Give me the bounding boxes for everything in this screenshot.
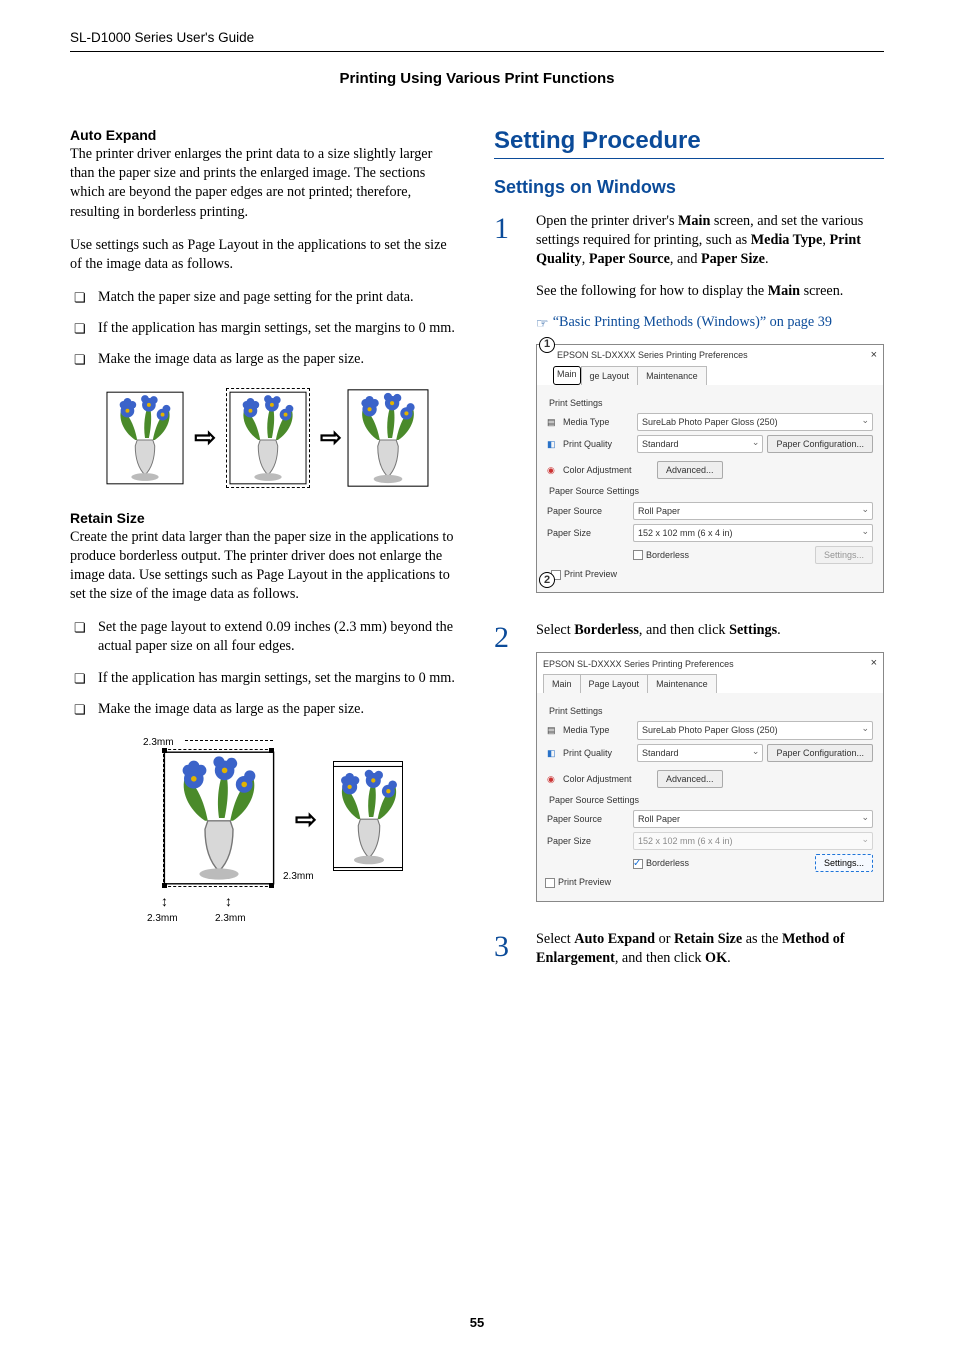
print-preview-checkbox[interactable]: Print Preview (545, 876, 611, 888)
media-type-label: Media Type (563, 724, 633, 736)
measure-label: 2.3mm (147, 913, 178, 924)
list-item: If the application has margin settings, … (70, 669, 460, 688)
step-text: Select Borderless, and then click Settin… (536, 621, 884, 640)
color-adjustment-label: Color Adjustment (563, 464, 653, 476)
step-text: Select Auto Expand or Retain Size as the… (536, 930, 884, 968)
step-2: 2 Select Borderless, and then click Sett… (494, 621, 884, 915)
retain-size-heading: Retain Size (70, 510, 460, 526)
color-icon: ◉ (547, 773, 559, 785)
auto-expand-list: Match the paper size and page setting fo… (70, 288, 460, 370)
paper-size-select[interactable]: 152 x 102 mm (6 x 4 in) (633, 524, 873, 542)
step-text: Open the printer driver's Main screen, a… (536, 212, 884, 270)
setting-procedure-heading: Setting Procedure (494, 127, 884, 159)
media-type-select[interactable]: SureLab Photo Paper Gloss (250) (637, 721, 873, 739)
window-title: EPSON SL-DXXXX Series Printing Preferenc… (557, 349, 748, 361)
list-item: Match the paper size and page setting fo… (70, 288, 460, 307)
arrow-icon: ⇨ (192, 423, 218, 453)
page-number: 55 (0, 1315, 954, 1330)
paper-size-select[interactable]: 152 x 102 mm (6 x 4 in) (633, 832, 873, 850)
print-preview-checkbox[interactable]: Print Preview (551, 568, 617, 580)
retain-size-figure: 2.3mm ⇨ 2.3mm ↕ ↕ 2.3mm 2.3mm (125, 737, 405, 927)
advanced-button[interactable]: Advanced... (657, 770, 723, 788)
step-3: 3 Select Auto Expand or Retain Size as t… (494, 930, 884, 980)
advanced-button[interactable]: Advanced... (657, 461, 723, 479)
print-quality-label: Print Quality (563, 747, 633, 759)
settings-button[interactable]: Settings... (815, 854, 873, 872)
list-item: Set the page layout to extend 0.09 inche… (70, 618, 460, 656)
left-column: Auto Expand The printer driver enlarges … (70, 127, 460, 994)
page-layout-tab[interactable]: ge Layout (581, 366, 639, 385)
page-layout-tab[interactable]: Page Layout (580, 674, 649, 693)
print-quality-select[interactable]: Standard (637, 435, 763, 453)
retain-size-body: Create the print data larger than the pa… (70, 528, 460, 605)
paper-configuration-button[interactable]: Paper Configuration... (767, 744, 873, 762)
window-title: EPSON SL-DXXXX Series Printing Preferenc… (543, 658, 734, 670)
list-item: Make the image data as large as the pape… (70, 700, 460, 719)
measure-label: 2.3mm (283, 871, 314, 882)
auto-expand-figure: ⇨ ⇨ (70, 388, 460, 488)
main-tab[interactable]: Main (553, 366, 581, 385)
print-quality-label: Print Quality (563, 438, 633, 450)
borderless-checkbox[interactable]: Borderless (633, 549, 689, 561)
quality-icon: ◧ (547, 747, 559, 759)
printing-preferences-screenshot: 1 2 EPSON SL-DXXXX Series Printing Prefe… (536, 344, 884, 593)
measure-label: 2.3mm (143, 737, 174, 748)
close-icon[interactable]: × (871, 348, 877, 363)
section-heading: Printing Using Various Print Functions (70, 70, 884, 87)
group-title: Print Settings (549, 397, 873, 409)
print-quality-select[interactable]: Standard (637, 744, 763, 762)
auto-expand-body: The printer driver enlarges the print da… (70, 145, 460, 222)
group-title: Paper Source Settings (549, 794, 873, 806)
paper-source-select[interactable]: Roll Paper (633, 502, 873, 520)
list-item: If the application has margin settings, … (70, 319, 460, 338)
list-item: Make the image data as large as the pape… (70, 350, 460, 369)
measure-label: 2.3mm (215, 913, 246, 924)
breadcrumb: SL-D1000 Series User's Guide (70, 30, 884, 52)
callout-1: 1 (539, 337, 555, 353)
vase-image (106, 391, 184, 485)
right-column: Setting Procedure Settings on Windows 1 … (494, 127, 884, 994)
paper-source-select[interactable]: Roll Paper (633, 810, 873, 828)
borderless-checkbox[interactable]: Borderless (633, 857, 689, 869)
maintenance-tab[interactable]: Maintenance (637, 366, 707, 385)
paper-size-label: Paper Size (547, 527, 629, 539)
paper-source-label: Paper Source (547, 813, 629, 825)
vase-image (347, 388, 429, 488)
media-icon: ▤ (547, 724, 559, 736)
auto-expand-body2: Use settings such as Page Layout in the … (70, 236, 460, 274)
arrow-icon: ⇨ (318, 423, 344, 453)
maintenance-tab[interactable]: Maintenance (647, 674, 717, 693)
step-text: See the following for how to display the… (536, 282, 884, 301)
step-number: 3 (494, 930, 522, 980)
media-type-select[interactable]: SureLab Photo Paper Gloss (250) (637, 413, 873, 431)
step-number: 1 (494, 212, 522, 607)
paper-configuration-button[interactable]: Paper Configuration... (767, 435, 873, 453)
settings-on-windows-heading: Settings on Windows (494, 177, 884, 198)
step-1: 1 Open the printer driver's Main screen,… (494, 212, 884, 607)
printing-preferences-screenshot: EPSON SL-DXXXX Series Printing Preferenc… (536, 652, 884, 901)
cross-reference-link[interactable]: ☞“Basic Printing Methods (Windows)” on p… (536, 313, 884, 332)
callout-2: 2 (539, 572, 555, 588)
color-icon: ◉ (547, 464, 559, 476)
quality-icon: ◧ (547, 438, 559, 450)
retain-size-list: Set the page layout to extend 0.09 inche… (70, 618, 460, 719)
group-title: Paper Source Settings (549, 485, 873, 497)
close-icon[interactable]: × (871, 656, 877, 671)
group-title: Print Settings (549, 705, 873, 717)
color-adjustment-label: Color Adjustment (563, 773, 653, 785)
vase-image (229, 391, 307, 485)
main-tab[interactable]: Main (543, 674, 581, 693)
media-icon: ▤ (547, 416, 559, 428)
paper-size-label: Paper Size (547, 835, 629, 847)
step-number: 2 (494, 621, 522, 915)
auto-expand-heading: Auto Expand (70, 127, 460, 143)
arrow-icon: ⇨ (293, 805, 319, 835)
pointer-icon: ☞ (536, 315, 549, 334)
media-type-label: Media Type (563, 416, 633, 428)
settings-button[interactable]: Settings... (815, 546, 873, 564)
paper-source-label: Paper Source (547, 505, 629, 517)
